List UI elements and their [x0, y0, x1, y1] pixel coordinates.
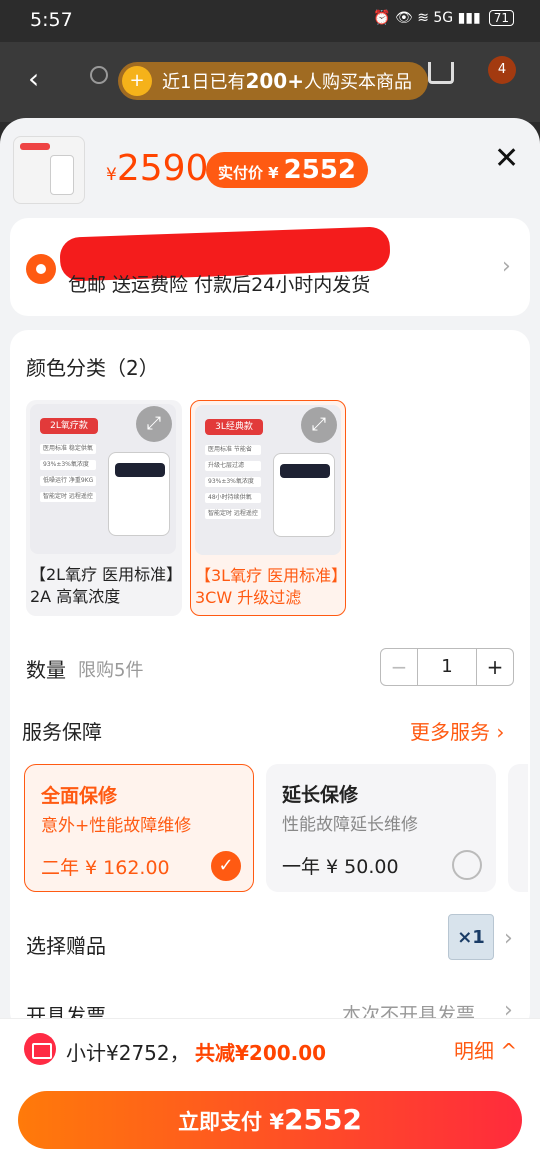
coupon-icon [24, 1033, 56, 1065]
discount-text: 共减¥200.00 [195, 1041, 327, 1065]
gift-label: 选择赠品 [26, 934, 106, 958]
oxygen-concentrator-image [273, 453, 335, 537]
service-price: 一年 ¥ 50.00 [282, 856, 399, 878]
option-bullet: 智能定时 远程遥控 [40, 492, 96, 502]
option-bullet: 医用标准 稳定供氧 [40, 444, 96, 454]
toast-count: 200+ [245, 69, 304, 93]
cart-icon[interactable] [428, 62, 454, 84]
pay-label: 立即支付 ¥ [178, 1110, 284, 1134]
search-icon[interactable] [90, 66, 108, 84]
color-section-title: 颜色分类（2） [26, 356, 159, 380]
sku-sheet: ¥2590 实付价 ¥ 2552 ✕ 包邮 送运费险 付款后24小时内发货 › … [0, 118, 540, 1018]
options-panel: 颜色分类（2） 2L氧疗款 医用标准 稳定供氧 93%±3%氧浓度 低噪运行 净… [10, 330, 530, 1018]
option-badge: 3L经典款 [205, 419, 263, 435]
close-icon[interactable]: ✕ [494, 144, 519, 174]
shopping-bag-icon: + [122, 66, 152, 96]
chevron-right-icon: › [502, 254, 511, 279]
radio-circle-icon[interactable] [452, 850, 482, 880]
battery-icon: 71 [488, 10, 514, 26]
service-option-partial[interactable] [508, 764, 528, 892]
invoice-label: 开具发票 [26, 1004, 106, 1018]
address-card[interactable]: 包邮 送运费险 付款后24小时内发货 › [10, 218, 530, 316]
back-icon[interactable]: ‹ [28, 62, 39, 95]
option-bullet: 智能定时 远程遥控 [205, 509, 261, 519]
service-option-full-warranty[interactable]: 全面保修 意外+性能故障维修 二年 ¥ 162.00 ✓ [24, 764, 254, 892]
location-pin-icon [26, 254, 56, 284]
increment-button[interactable]: + [477, 649, 513, 685]
purchase-toast: + 近1日已有200+人购买本商品 [118, 62, 428, 100]
option-badge: 2L氧疗款 [40, 418, 98, 434]
toast-prefix: 近1日已有 [162, 72, 246, 93]
thumbnail-tag [20, 143, 50, 150]
more-services-link[interactable]: 更多服务 › [410, 716, 504, 745]
color-option-caption: 【2L氧疗 医用标准】2A 高氧浓度 [30, 565, 175, 606]
oxygen-concentrator-image [108, 452, 170, 536]
option-bullet: 升级七层过滤 [205, 461, 261, 471]
subtotal-text: 小计¥2752， [66, 1041, 190, 1065]
option-bullet: 医用标准 节能省 [205, 445, 261, 455]
product-thumbnail[interactable] [13, 136, 85, 204]
shipping-info: 包邮 送运费险 付款后24小时内发货 [68, 274, 371, 296]
service-section-title: 服务保障 [22, 720, 102, 744]
service-name: 全面保修 [41, 785, 118, 807]
price-symbol: ¥ [106, 165, 117, 185]
price-detail-toggle[interactable]: 明细 ^ [454, 1035, 517, 1064]
actual-price-label: 实付价 [218, 164, 264, 182]
service-price: 二年 ¥ 162.00 [41, 857, 170, 879]
service-name: 延长保修 [282, 784, 359, 806]
pay-now-button[interactable]: 立即支付 ¥2552 [18, 1091, 522, 1149]
price-value: 2590 [116, 148, 209, 189]
status-bar: 5:57 ⏰ 👁 ≋ 5G ▮▮▮ 71 [0, 0, 540, 42]
actual-price-value: 2552 [283, 155, 357, 185]
color-option-2l[interactable]: 2L氧疗款 医用标准 稳定供氧 93%±3%氧浓度 低噪运行 净重9KG 智能定… [26, 400, 182, 616]
expand-icon[interactable]: ⤢ [136, 406, 172, 442]
pay-amount: 2552 [284, 1103, 362, 1136]
option-bullet: 93%±3%氧浓度 [40, 460, 96, 470]
quantity-stepper: − 1 + [380, 648, 514, 686]
service-option-extended-warranty[interactable]: 延长保修 性能故障延长维修 一年 ¥ 50.00 [266, 764, 496, 892]
status-time: 5:57 [30, 9, 73, 31]
service-desc: 意外+性能故障维修 [41, 816, 192, 836]
status-indicator-icons: ⏰ 👁 ≋ 5G ▮▮▮ [373, 10, 481, 26]
product-price: ¥2590 [106, 148, 208, 189]
actual-price-badge: 实付价 ¥ 2552 [206, 152, 369, 188]
actual-price-symbol: ¥ [268, 164, 279, 182]
decrement-button[interactable]: − [381, 649, 417, 685]
chevron-right-icon[interactable]: › [504, 998, 513, 1018]
thumbnail-device [50, 155, 74, 195]
status-icons: ⏰ 👁 ≋ 5G ▮▮▮ 71 [373, 10, 514, 26]
toast-suffix: 人购买本商品 [303, 72, 412, 93]
quantity-limit: 限购5件 [78, 660, 144, 681]
checkout-bar: 小计¥2752， 共减¥200.00 明细 ^ 立即支付 ¥2552 [0, 1018, 540, 1170]
checkmark-icon[interactable]: ✓ [211, 851, 241, 881]
invoice-value[interactable]: 本次不开具发票 [342, 1000, 475, 1018]
service-desc: 性能故障延长维修 [282, 815, 418, 835]
quantity-input[interactable]: 1 [417, 649, 477, 685]
chevron-right-icon[interactable]: › [504, 926, 513, 951]
cart-badge: 4 [488, 56, 516, 84]
color-option-caption: 【3L氧疗 医用标准】3CW 升级过滤 [195, 566, 340, 607]
quantity-label: 数量 [26, 658, 66, 682]
option-bullet: 93%±3%氧浓度 [205, 477, 261, 487]
gift-thumbnail[interactable]: ×1 [448, 914, 494, 960]
option-bullet: 48小时持续供氧 [205, 493, 261, 503]
color-option-3l[interactable]: 3L经典款 医用标准 节能省 升级七层过滤 93%±3%氧浓度 48小时持续供氧… [190, 400, 346, 616]
expand-icon[interactable]: ⤢ [301, 407, 337, 443]
option-bullet: 低噪运行 净重9KG [40, 476, 96, 486]
